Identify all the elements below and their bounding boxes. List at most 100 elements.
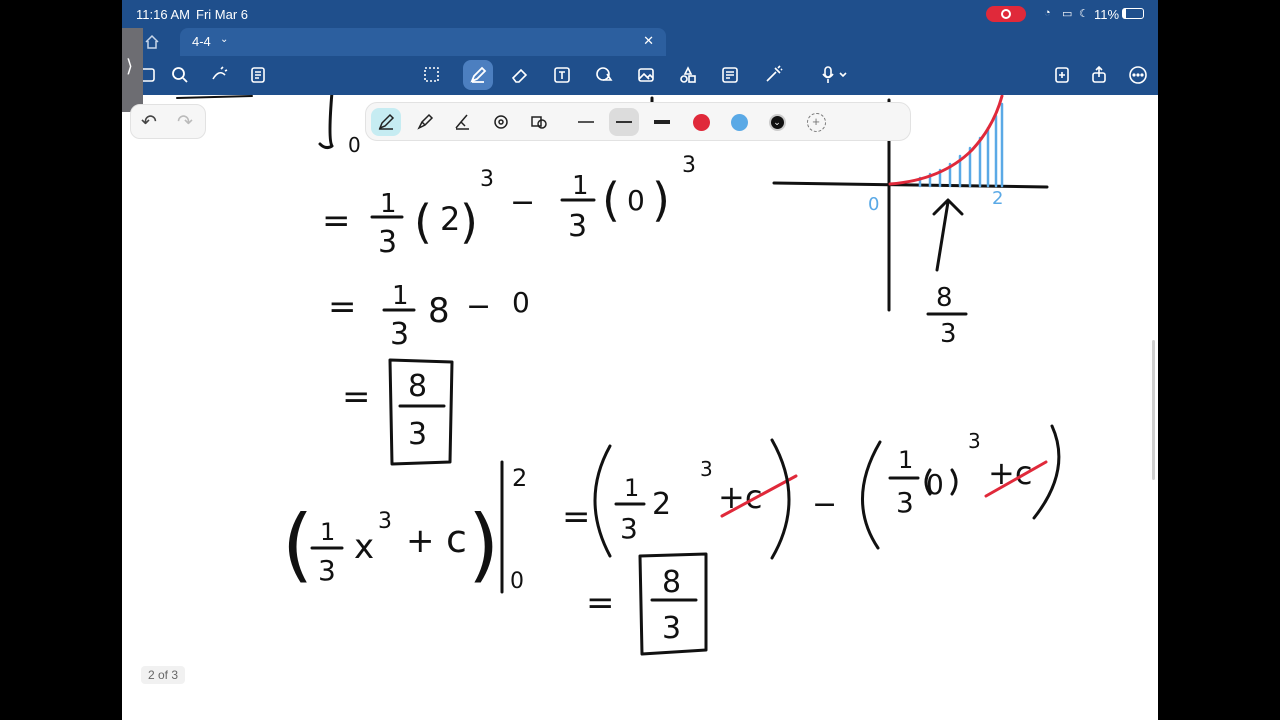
equals-2: = bbox=[322, 201, 351, 241]
wifi-icon: ◔ bbox=[1044, 7, 1051, 19]
laser-icon[interactable] bbox=[758, 60, 788, 90]
plus-5: + bbox=[406, 521, 435, 561]
paren-open-2: ( bbox=[414, 195, 432, 249]
image-icon[interactable] bbox=[631, 60, 661, 90]
exp-5: 3 bbox=[378, 509, 392, 534]
minus-2: − bbox=[510, 185, 535, 220]
moon-icon: ☾ bbox=[1079, 8, 1089, 20]
scrollbar[interactable] bbox=[1152, 340, 1155, 480]
document-icon[interactable] bbox=[243, 60, 273, 90]
big-paren-close-5 bbox=[770, 438, 791, 560]
mic-icon[interactable] bbox=[812, 60, 856, 90]
frac-num-3: 1 bbox=[392, 281, 409, 311]
c-5: c bbox=[446, 517, 467, 561]
eraser-icon[interactable] bbox=[505, 60, 535, 90]
ballpoint-pen-icon[interactable] bbox=[410, 108, 440, 136]
exp-2: 3 bbox=[480, 167, 494, 192]
pen-options-bar: ⌄ + bbox=[365, 102, 911, 141]
graph-two-label: 2 bbox=[992, 188, 1003, 209]
equals-6: = bbox=[586, 583, 615, 623]
undo-icon[interactable]: ↶ bbox=[141, 111, 157, 134]
status-date: Fri Mar 6 bbox=[196, 7, 248, 22]
battery-icon bbox=[1122, 8, 1144, 19]
tab-title: 4-4 bbox=[192, 34, 211, 49]
shape-fill-icon[interactable] bbox=[524, 108, 554, 136]
screen-mirror-icon: ▭ bbox=[1062, 8, 1073, 20]
chevron-down-icon[interactable]: ⌄ bbox=[220, 34, 228, 45]
two-5: 2 bbox=[652, 487, 671, 522]
frac-den-2b: 3 bbox=[568, 209, 587, 244]
shapes-icon[interactable] bbox=[589, 60, 619, 90]
close-icon[interactable]: ✕ bbox=[643, 33, 654, 49]
text-icon[interactable] bbox=[547, 60, 577, 90]
document-tab[interactable]: 4-4 ⌄ ✕ bbox=[180, 28, 666, 56]
big-paren-open-5b bbox=[861, 440, 882, 550]
d2-5: 3 bbox=[896, 486, 914, 519]
stroke-thick[interactable] bbox=[647, 108, 677, 136]
stickers-icon[interactable] bbox=[673, 60, 703, 90]
undo-redo-group: ↶ ↷ bbox=[130, 104, 206, 139]
redo-icon[interactable]: ↷ bbox=[177, 111, 193, 134]
tab-bar: 4-4 ⌄ ✕ bbox=[122, 28, 1158, 56]
pen-icon[interactable] bbox=[463, 60, 493, 90]
two-2: 2 bbox=[440, 200, 460, 238]
stroke-thin[interactable] bbox=[571, 108, 601, 136]
equals-3: = bbox=[328, 287, 357, 327]
sidebar-handle[interactable]: ⟩ bbox=[122, 28, 143, 112]
exp-5b: 3 bbox=[700, 457, 713, 481]
add-color-icon[interactable]: + bbox=[801, 108, 831, 136]
x-5: x bbox=[354, 527, 374, 567]
lower-limit-5: 0 bbox=[510, 569, 524, 594]
frac-den-2: 3 bbox=[378, 225, 397, 260]
integral-sign bbox=[318, 90, 334, 150]
select-icon[interactable] bbox=[417, 60, 447, 90]
minus-5: − bbox=[812, 487, 837, 522]
big-paren-open-5 bbox=[593, 444, 612, 558]
paren-open-5: ( bbox=[282, 498, 313, 591]
color-blue[interactable] bbox=[724, 108, 754, 136]
frac-den-5: 3 bbox=[318, 554, 336, 587]
n1-5: 1 bbox=[624, 474, 639, 502]
paren-close-5: ) bbox=[468, 498, 499, 591]
stroke-medium[interactable] bbox=[609, 108, 639, 136]
color-black-selected[interactable]: ⌄ bbox=[762, 108, 792, 136]
zero-3: 0 bbox=[512, 286, 530, 319]
brush-pen-icon[interactable] bbox=[448, 108, 478, 136]
page-indicator: 2 of 3 bbox=[141, 666, 186, 684]
exp-2b: 3 bbox=[682, 153, 696, 178]
paren-close-2: ) bbox=[460, 195, 478, 249]
shape-recognition-icon[interactable] bbox=[486, 108, 516, 136]
notes-app-screen: 0 = 1 3 ( 2 ) 3 − 1 3 ( 0 ) 3 = 1 3 8 − … bbox=[122, 0, 1158, 720]
fountain-pen-icon[interactable] bbox=[371, 108, 401, 136]
frac-num-5: 1 bbox=[320, 518, 335, 546]
integral-lower-limit: 0 bbox=[348, 133, 361, 157]
answer-den-2: 3 bbox=[662, 611, 681, 646]
answer-num-1: 8 bbox=[408, 369, 427, 404]
big-paren-close-5b bbox=[1032, 424, 1061, 520]
add-page-icon[interactable] bbox=[1047, 60, 1077, 90]
n2-5: 1 bbox=[898, 446, 913, 474]
answer-den-1: 3 bbox=[408, 417, 427, 452]
color-red[interactable] bbox=[686, 108, 716, 136]
search-icon[interactable] bbox=[165, 60, 195, 90]
tool-row bbox=[122, 60, 1158, 92]
zero-2: 0 bbox=[627, 184, 645, 217]
paren-open-2b: ( bbox=[602, 173, 620, 227]
eight-3: 8 bbox=[428, 291, 450, 331]
exp-5c: 3 bbox=[968, 429, 981, 453]
note-icon[interactable] bbox=[715, 60, 745, 90]
chevron-right-icon: ⟩ bbox=[126, 56, 134, 76]
top-toolbar: 11:16 AM Fri Mar 6 ◔ ▭ ☾ 11% 4-4 ⌄ ✕ bbox=[122, 0, 1158, 95]
d1-5: 3 bbox=[620, 512, 638, 545]
home-icon[interactable] bbox=[144, 34, 160, 50]
frac-num-2: 1 bbox=[380, 189, 397, 219]
lasso-icon[interactable] bbox=[204, 60, 234, 90]
frac-den-3: 3 bbox=[390, 317, 409, 352]
upper-limit-5: 2 bbox=[512, 464, 527, 492]
share-icon[interactable] bbox=[1084, 60, 1114, 90]
minus-3: − bbox=[466, 289, 491, 324]
status-time: 11:16 AM bbox=[136, 7, 190, 22]
more-icon[interactable] bbox=[1123, 60, 1153, 90]
equals-5: = bbox=[562, 497, 591, 537]
paren-close-2b: ) bbox=[652, 173, 670, 227]
